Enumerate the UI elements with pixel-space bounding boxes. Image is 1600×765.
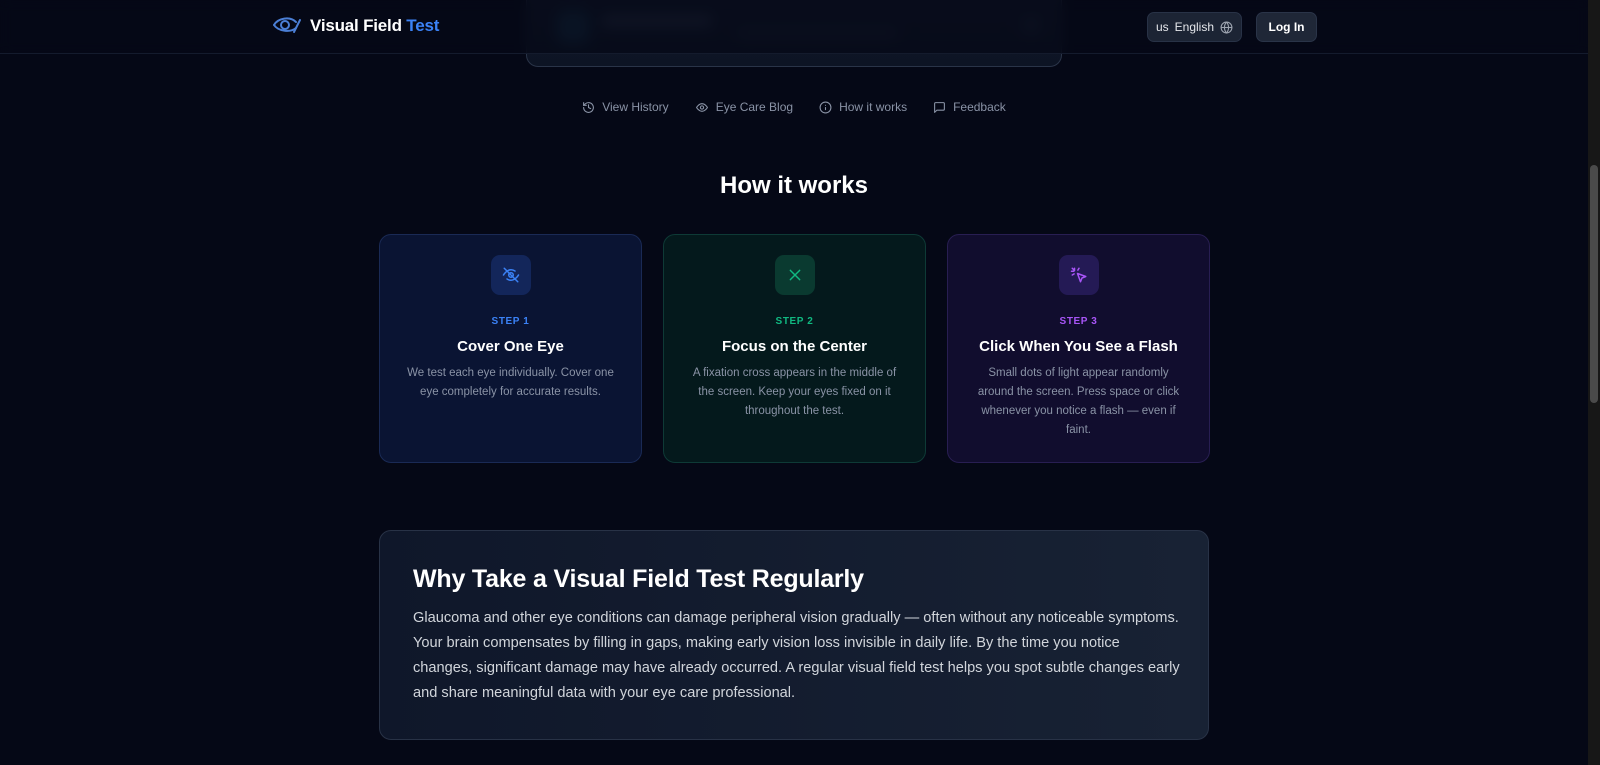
step-description: A fixation cross appears in the middle o… [692,367,897,417]
pointer-click-icon [1070,267,1086,283]
secondary-nav: View History Eye Care Blog How it works … [0,100,1588,114]
nav-view-history[interactable]: View History [582,100,669,114]
scrollbar[interactable] [1588,0,1600,765]
nav-feedback[interactable]: Feedback [933,100,1006,114]
site-header: Visual Field Test us English Log In [0,0,1588,54]
language-selector[interactable]: us English [1147,12,1242,42]
step-card-2: STEP 2 Focus on the Center A fixation cr… [663,234,926,463]
brand-logo[interactable]: Visual Field Test [272,14,439,38]
step-label: STEP 3 [1059,316,1098,327]
why-text: Glaucoma and other eye conditions can da… [413,610,1180,701]
history-icon [583,101,595,113]
scrollbar-thumb[interactable] [1590,165,1598,403]
chat-icon [934,101,945,113]
info-icon [819,101,832,113]
why-section: Why Take a Visual Field Test Regularly G… [379,530,1209,740]
step-description: We test each eye individually. Cover one… [407,367,614,398]
language-label: English [1174,20,1215,34]
nav-how-it-works[interactable]: How it works [819,100,907,114]
step-title: Focus on the Center [721,338,867,355]
step-card-3: STEP 3 Click When You See a Flash Small … [947,234,1210,463]
step-label: STEP 1 [491,316,530,327]
brand-name: Visual Field Test [310,16,440,35]
login-button[interactable]: Log In [1256,12,1317,42]
step-card-1: STEP 1 Cover One Eye We test each eye in… [379,234,642,463]
nav-eye-care-blog[interactable]: Eye Care Blog [695,100,793,114]
eye-off-icon [502,267,519,283]
globe-icon [1220,21,1233,34]
step-title: Cover One Eye [457,338,564,355]
cross-icon [789,269,800,281]
language-code: us [1155,20,1169,34]
how-it-works-title: How it works [719,172,869,199]
why-title: Why Take a Visual Field Test Regularly [413,565,864,593]
steps-list: STEP 1 Cover One Eye We test each eye in… [379,234,1210,463]
eye-logo-icon [273,17,301,33]
step-title: Click When You See a Flash [979,338,1178,355]
step-description: Small dots of light appear randomly arou… [977,367,1180,436]
step-label: STEP 2 [775,316,814,327]
page: Visual Field Test us English Log In View… [0,0,1600,765]
eye-icon [695,102,708,112]
